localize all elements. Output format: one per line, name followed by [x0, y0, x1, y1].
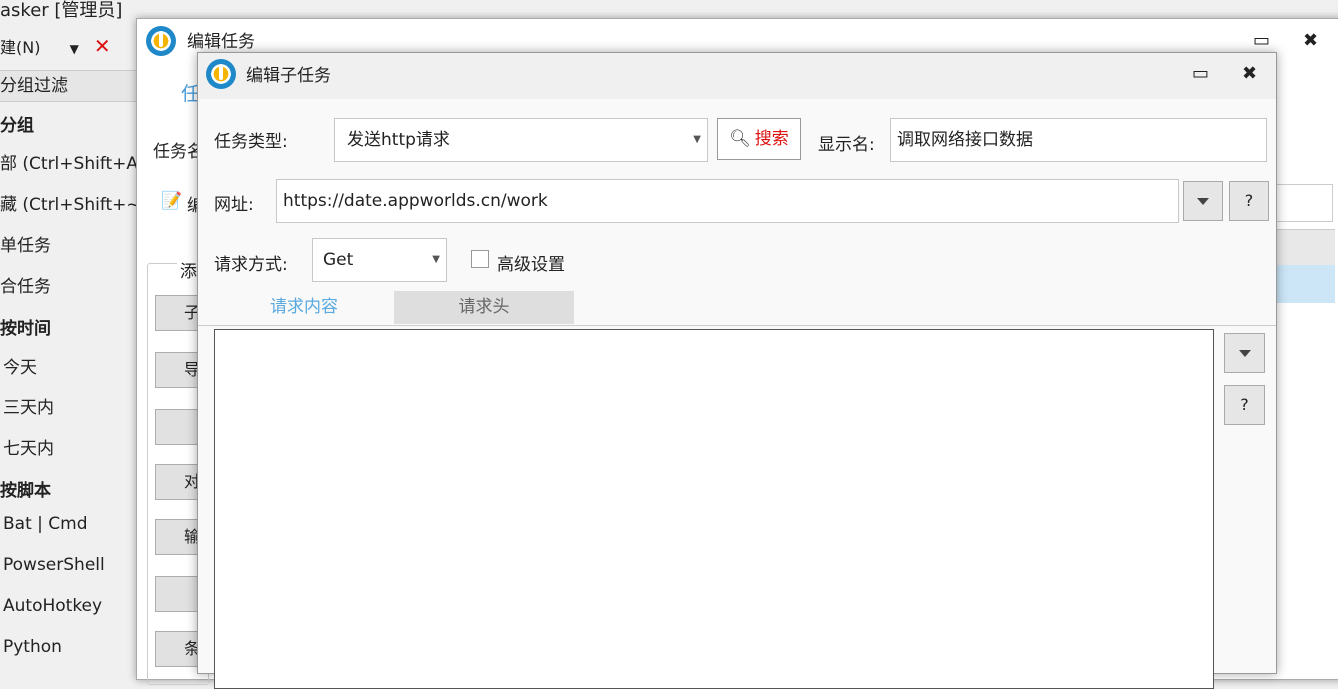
display-name-label: 显示名: — [818, 135, 875, 155]
sidebar-item-three-days[interactable]: 三天内 — [3, 393, 54, 418]
advanced-settings-checkbox[interactable] — [471, 250, 489, 268]
url-dropdown-button[interactable] — [1183, 181, 1223, 221]
search-icon: 🔍︎ — [729, 129, 751, 149]
sidebar-heading-group: 分组 — [0, 116, 34, 136]
request-content-textarea[interactable] — [214, 329, 1214, 689]
tab-request-headers[interactable]: 请求头 — [394, 291, 574, 324]
edit-subtask-title: 编辑子任务 — [246, 66, 331, 86]
method-label: 请求方式: — [214, 255, 288, 275]
condition-button[interactable]: 条 — [155, 631, 201, 667]
group-filter-header: 分组过滤 — [0, 70, 140, 102]
tab-request-content[interactable]: 请求内容 — [214, 291, 394, 324]
close-icon[interactable]: ✖ — [1303, 30, 1318, 51]
task-type-value: 发送http请求 — [347, 130, 450, 150]
sidebar-item-powershell[interactable]: PowserShell — [3, 555, 105, 575]
chevron-down-icon — [1197, 198, 1209, 205]
search-button-label: 搜索 — [754, 129, 789, 149]
task-type-label: 任务类型: — [214, 132, 288, 152]
display-name-input[interactable]: 调取网络接口数据 — [890, 118, 1267, 162]
bg-selected-row — [1275, 265, 1335, 303]
import-button[interactable]: 导 — [155, 352, 201, 388]
chevron-down-icon — [1238, 350, 1251, 357]
chevron-down-icon: ▼ — [693, 134, 701, 145]
main-window-title: asker [管理员] — [0, 0, 123, 21]
url-input[interactable]: https://date.appworlds.cn/work — [276, 179, 1179, 223]
edit-icon[interactable]: 📝 — [161, 191, 182, 211]
close-icon[interactable]: ✖ — [1242, 63, 1257, 84]
sidebar-item-python[interactable]: Python — [3, 637, 62, 657]
side-button-6[interactable] — [155, 576, 201, 612]
request-tabs: 请求内容 请求头 — [198, 291, 1276, 326]
method-select[interactable]: Get ▼ — [312, 238, 447, 282]
method-value: Get — [323, 250, 354, 270]
app-logo-icon — [146, 26, 176, 56]
main-toolbar: 建(N) ▼ ✕ — [0, 34, 111, 58]
side-button-5[interactable]: 输 — [155, 519, 201, 555]
task-type-select[interactable]: 发送http请求 ▼ — [334, 118, 708, 162]
side-button-3[interactable] — [155, 409, 201, 445]
new-button[interactable]: 建(N) — [0, 38, 40, 57]
sidebar-item-combined-task[interactable]: 合任务 — [0, 272, 51, 297]
delete-icon[interactable]: ✕ — [94, 34, 111, 58]
sidebar-item-today[interactable]: 今天 — [3, 353, 37, 378]
url-label: 网址: — [214, 195, 254, 215]
side-button-4[interactable]: 对 — [155, 464, 201, 500]
maximize-icon[interactable]: ▭ — [1253, 30, 1270, 51]
sidebar-item-bat-cmd[interactable]: Bat | Cmd — [3, 514, 88, 534]
edit-subtask-window: 编辑子任务 ▭ ✖ 任务类型: 发送http请求 ▼ 🔍︎ 搜索 显示名: 调取网… — [197, 52, 1277, 689]
app-logo-icon — [206, 59, 236, 89]
url-help-button[interactable]: ? — [1229, 181, 1269, 221]
sidebar-heading-by-time: 按时间 — [0, 319, 51, 339]
sidebar-item-all[interactable]: 部 (Ctrl+Shift+A) — [0, 149, 145, 174]
sidebar-item-seven-days[interactable]: 七天内 — [3, 434, 54, 459]
bg-input-fragment — [1275, 184, 1333, 222]
sidebar-item-hidden[interactable]: 藏 (Ctrl+Shift+~) — [0, 190, 147, 215]
sub-task-button[interactable]: 子 — [155, 295, 201, 331]
chevron-down-icon: ▼ — [432, 254, 440, 265]
subtask-titlebar: 编辑子任务 ▭ ✖ — [198, 53, 1276, 99]
content-help-button[interactable]: ? — [1224, 385, 1265, 425]
sidebar-item-single-task[interactable]: 单任务 — [0, 231, 51, 256]
advanced-settings-label[interactable]: 高级设置 — [497, 250, 565, 275]
maximize-icon[interactable]: ▭ — [1192, 63, 1209, 84]
bg-list-header — [1275, 229, 1335, 270]
new-dropdown-icon[interactable]: ▼ — [70, 42, 79, 56]
sidebar-heading-by-script: 按脚本 — [0, 481, 51, 501]
content-dropdown-button[interactable] — [1224, 333, 1265, 373]
edit-task-title: 编辑任务 — [187, 32, 255, 52]
search-button[interactable]: 🔍︎ 搜索 — [717, 118, 801, 160]
sidebar-item-autohotkey[interactable]: AutoHotkey — [3, 596, 102, 616]
